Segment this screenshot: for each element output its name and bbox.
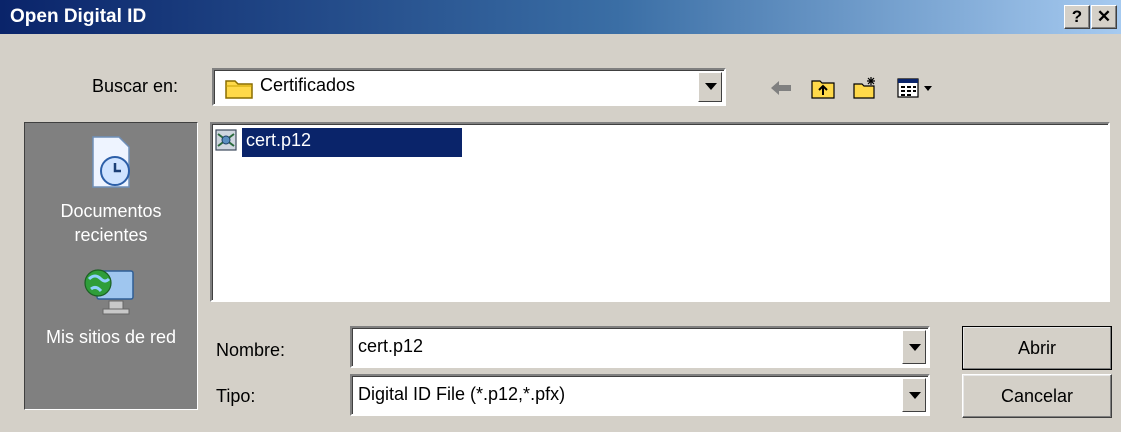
file-list[interactable]: cert.p12	[210, 122, 1110, 302]
filetype-label: Tipo:	[216, 386, 256, 406]
views-menu-icon[interactable]	[896, 76, 936, 100]
chevron-down-icon[interactable]	[698, 72, 722, 102]
new-folder-icon[interactable]	[852, 76, 878, 100]
filename-value: cert.p12	[358, 336, 424, 356]
cancel-button[interactable]: Cancelar	[962, 374, 1112, 418]
filename-input[interactable]: cert.p12	[350, 326, 930, 368]
chevron-down-icon[interactable]	[902, 378, 926, 412]
filename-label: Nombre:	[216, 340, 286, 360]
chevron-down-icon[interactable]	[902, 330, 926, 364]
place-network-label: Mis sitios de red	[45, 327, 177, 347]
back-arrow-icon[interactable]	[768, 76, 794, 100]
close-button[interactable]: ✕	[1091, 5, 1117, 29]
network-places-icon	[84, 269, 134, 315]
digital-id-file-icon	[215, 129, 237, 151]
lookin-dropdown[interactable]: Certificados	[212, 68, 726, 106]
place-recent-label: Documentos recientes	[60, 201, 162, 245]
lookin-value: Certificados	[260, 75, 356, 95]
recent-documents-icon	[92, 136, 130, 188]
open-button[interactable]: Abrir	[962, 326, 1112, 370]
lookin-label: Buscar en:	[92, 76, 179, 96]
places-bar: Documentos recientes Mis sitios de red	[24, 122, 198, 410]
place-recent-documents[interactable]: Documentos recientes	[25, 133, 197, 247]
list-item[interactable]: cert.p12	[214, 128, 462, 160]
title-bar[interactable]: Open Digital ID ? ✕	[0, 0, 1121, 36]
up-folder-icon[interactable]	[810, 76, 836, 100]
file-name: cert.p12	[242, 128, 462, 157]
place-network[interactable]: Mis sitios de red	[25, 263, 197, 349]
folder-icon	[225, 80, 253, 99]
filetype-value: Digital ID File (*.p12,*.pfx)	[358, 384, 566, 404]
help-button[interactable]: ?	[1064, 5, 1090, 29]
window-title: Open Digital ID	[10, 6, 147, 27]
filetype-dropdown[interactable]: Digital ID File (*.p12,*.pfx)	[350, 374, 930, 416]
